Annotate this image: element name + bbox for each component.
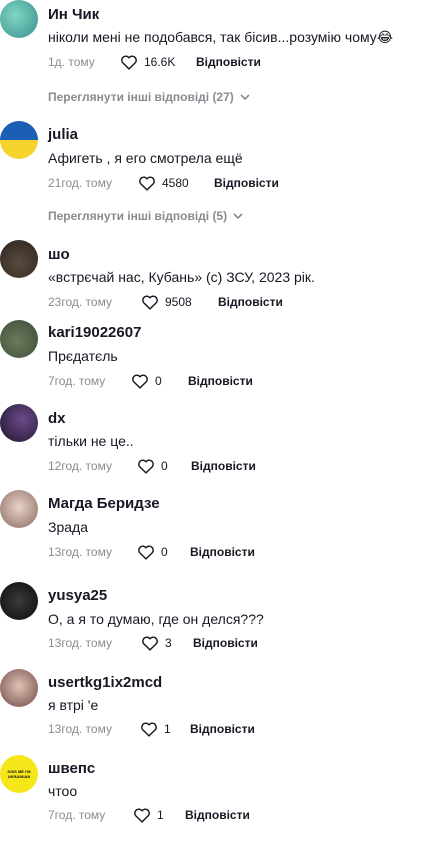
comment-author[interactable]: швепс xyxy=(48,760,95,777)
like-count: 1 xyxy=(157,808,164,822)
comment-text: «встрєчай нас, Кубань» (с) ЗСУ, 2023 рік… xyxy=(48,269,315,285)
heart-icon xyxy=(132,374,148,389)
comment-author[interactable]: шо xyxy=(48,246,70,263)
comment-author[interactable]: julia xyxy=(48,126,78,143)
comment-time: 13год. тому xyxy=(48,636,112,650)
comment-text: ніколи мені не подобався, так бісив...ро… xyxy=(48,29,394,45)
comment-time: 23год. тому xyxy=(48,295,112,309)
avatar[interactable] xyxy=(0,669,38,707)
comment-time: 13год. тому xyxy=(48,722,112,736)
reply-button[interactable]: Відповісти xyxy=(185,806,250,824)
like-count: 4580 xyxy=(162,176,189,190)
comment-text: О, а я то думаю, где он делся??? xyxy=(48,611,264,627)
heart-icon xyxy=(138,545,154,560)
like-button[interactable]: 0 xyxy=(137,457,168,475)
heart-icon xyxy=(134,808,150,823)
comment-text: Зрада xyxy=(48,519,88,535)
comment-text: Афигеть , я его смотрела ещё xyxy=(48,150,243,166)
reply-button[interactable]: Відповісти xyxy=(190,720,255,738)
avatar[interactable] xyxy=(0,404,38,442)
avatar[interactable]: KISS ME I'M UKRAINIAN xyxy=(0,755,38,793)
reply-button[interactable]: Відповісти xyxy=(191,457,256,475)
comment-text: Прєдатєль xyxy=(48,348,118,364)
comment-text: я втрі 'е xyxy=(48,697,99,713)
comment-text: тільки не це.. xyxy=(48,433,134,449)
like-button[interactable]: 9508 xyxy=(141,293,192,311)
comment-time: 13год. тому xyxy=(48,545,112,559)
reply-button[interactable]: Відповісти xyxy=(196,53,261,71)
comment-time: 12год. тому xyxy=(48,459,112,473)
avatar[interactable] xyxy=(0,490,38,528)
reply-button[interactable]: Відповісти xyxy=(214,174,279,192)
view-more-replies[interactable]: Переглянути інші відповіді (27) xyxy=(48,90,250,104)
comment-author[interactable]: dx xyxy=(48,410,66,427)
chevron-down-icon xyxy=(240,94,250,101)
like-button[interactable]: 0 xyxy=(137,543,168,561)
chevron-down-icon xyxy=(233,213,243,220)
like-count: 0 xyxy=(161,459,168,473)
comment-time: 1д. тому xyxy=(48,55,95,69)
avatar[interactable] xyxy=(0,320,38,358)
view-more-label: Переглянути інші відповіді (5) xyxy=(48,209,228,223)
comment-author[interactable]: Магда Беридзе xyxy=(48,495,160,512)
reply-button[interactable]: Відповісти xyxy=(193,634,258,652)
like-button[interactable]: 1 xyxy=(133,806,164,824)
like-button[interactable]: 1 xyxy=(140,720,171,738)
comment-text: чтоо xyxy=(48,783,78,799)
avatar[interactable] xyxy=(0,121,38,159)
comment-author[interactable]: kari19022607 xyxy=(48,324,141,341)
comment-time: 7год. тому xyxy=(48,374,106,388)
heart-icon xyxy=(138,459,154,474)
like-button[interactable]: 4580 xyxy=(138,174,189,192)
view-more-replies[interactable]: Переглянути інші відповіді (5) xyxy=(48,209,243,223)
like-count: 0 xyxy=(155,374,162,388)
heart-icon xyxy=(139,176,155,191)
like-button[interactable]: 16.6K xyxy=(120,53,175,71)
heart-icon xyxy=(121,55,137,70)
reply-button[interactable]: Відповісти xyxy=(218,293,283,311)
comment-author[interactable]: usertkg1ix2mcd xyxy=(48,674,162,691)
heart-icon xyxy=(142,636,158,651)
comment-author[interactable]: yusya25 xyxy=(48,587,107,604)
avatar-badge-text: KISS ME I'M UKRAINIAN xyxy=(7,769,31,779)
comment-time: 7год. тому xyxy=(48,808,106,822)
view-more-label: Переглянути інші відповіді (27) xyxy=(48,90,234,104)
like-count: 16.6K xyxy=(144,55,176,69)
like-count: 1 xyxy=(164,722,171,736)
avatar[interactable] xyxy=(0,0,38,38)
like-button[interactable]: 3 xyxy=(141,634,172,652)
reply-button[interactable]: Відповісти xyxy=(188,372,253,390)
heart-icon xyxy=(141,722,157,737)
comment-time: 21год. тому xyxy=(48,176,112,190)
heart-icon xyxy=(142,295,158,310)
like-button[interactable]: 0 xyxy=(131,372,162,390)
like-count: 9508 xyxy=(165,295,192,309)
avatar[interactable] xyxy=(0,582,38,620)
like-count: 0 xyxy=(161,545,168,559)
like-count: 3 xyxy=(165,636,172,650)
avatar[interactable] xyxy=(0,240,38,278)
comment-author[interactable]: Ин Чик xyxy=(48,6,99,23)
reply-button[interactable]: Відповісти xyxy=(190,543,255,561)
